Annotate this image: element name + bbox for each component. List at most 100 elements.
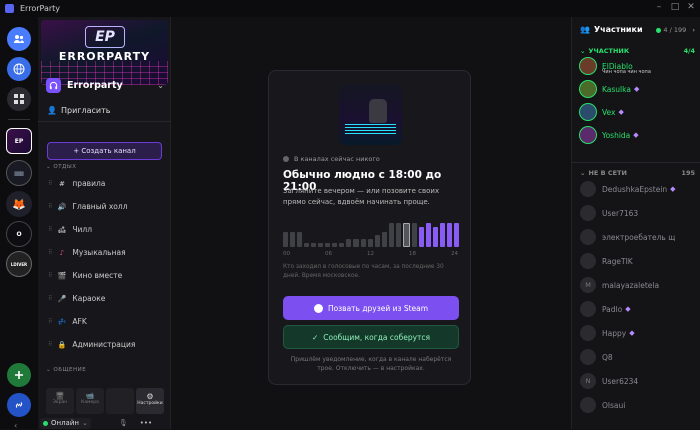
activity-bar[interactable] xyxy=(381,231,387,247)
steam-button-label: Позвать друзей из Steam xyxy=(327,303,429,313)
avatar xyxy=(580,104,596,120)
grid-icon[interactable] xyxy=(7,87,31,111)
screen-share-button[interactable]: 🖥 Экран xyxy=(46,388,74,414)
member-offline[interactable]: User7163 xyxy=(580,204,698,222)
server-fox[interactable]: 🦊 xyxy=(6,191,32,217)
category-rest[interactable]: ⌄ ОТДЫХ xyxy=(46,164,76,170)
channel-rules[interactable]: ⠿ # правила xyxy=(48,179,105,188)
channel-main-hall[interactable]: ⠿ 🔊 Главный холл xyxy=(48,202,128,211)
server-2[interactable]: ▒▒▒ xyxy=(6,160,32,186)
maximize-icon[interactable]: □ xyxy=(669,0,681,17)
member-offline[interactable]: RageTIK xyxy=(580,252,698,270)
activity-bar[interactable] xyxy=(402,222,410,247)
activity-bar[interactable] xyxy=(395,222,401,247)
activity-bar[interactable] xyxy=(374,235,380,247)
voice-control-bar: 🖥 Экран 📹 Камера ⚙ Настройки xyxy=(46,388,170,414)
activity-tick: 06 xyxy=(325,251,332,257)
music-note-icon: ♪ xyxy=(59,248,65,257)
activity-bar[interactable] xyxy=(418,227,424,247)
activity-bar[interactable] xyxy=(447,222,453,247)
activity-bar[interactable] xyxy=(339,242,345,247)
check-icon: ✓ xyxy=(311,332,319,342)
activity-bar[interactable] xyxy=(367,238,373,247)
server-o[interactable]: O xyxy=(6,221,32,247)
close-icon[interactable]: ✕ xyxy=(685,0,697,17)
channel-admin[interactable]: ⠿ 🔒 Администрация xyxy=(48,340,135,349)
member-offline[interactable]: Q8 xyxy=(580,348,698,366)
activity-bar[interactable] xyxy=(353,238,359,247)
channel-music[interactable]: ⠿ ♪ Музыкальная xyxy=(48,248,126,257)
status-selector[interactable]: Онлайн ⌄ xyxy=(40,417,91,429)
create-channel-button[interactable]: + Создать канал xyxy=(47,142,162,160)
activity-bar[interactable] xyxy=(304,242,310,247)
activity-bar[interactable] xyxy=(290,231,296,247)
activity-bar[interactable] xyxy=(454,222,460,247)
member-name: User6234 xyxy=(602,376,639,386)
friends-icon[interactable] xyxy=(7,27,31,51)
settings-button[interactable]: ⚙ Настройки xyxy=(136,388,164,414)
activity-bar[interactable] xyxy=(332,242,338,247)
gear-icon: ⚙ xyxy=(146,392,154,401)
activity-bar[interactable] xyxy=(440,222,446,247)
server-ldiver[interactable]: LDIVER xyxy=(6,251,32,277)
member-offline[interactable]: Padlo ◆ xyxy=(580,300,698,318)
section-online[interactable]: ⌄ УЧАСТНИК 4/4 xyxy=(580,47,695,55)
member-offline[interactable]: Mmalayazaletela xyxy=(580,276,698,294)
channel-chill[interactable]: ⠿ 🛋 Чилл xyxy=(48,225,92,234)
activity-bar[interactable] xyxy=(388,222,394,247)
member-offline[interactable]: DedushkaEpstein ◆ xyxy=(580,180,698,198)
member-online[interactable]: Yoshida ◆ xyxy=(580,126,698,144)
activity-bar[interactable] xyxy=(411,222,417,247)
invite-button[interactable]: 👤 Пригласить xyxy=(47,106,110,115)
avatar xyxy=(580,301,596,317)
more-icon[interactable]: ••• xyxy=(140,419,152,427)
activity-bar[interactable] xyxy=(311,242,317,247)
headphones-icon xyxy=(46,78,61,93)
category-talk[interactable]: ⌄ ОБЩЕНИЕ xyxy=(46,367,86,373)
server-header[interactable]: Errorparty ⌄ xyxy=(46,77,164,94)
server-rail: EP ▒▒▒ 🦊 O LDIVER ‹ xyxy=(0,17,38,430)
camera-button[interactable]: 📹 Камера xyxy=(76,388,104,414)
member-name: Yoshida xyxy=(602,130,631,140)
app-logo-icon xyxy=(5,4,14,13)
link-icon[interactable] xyxy=(7,393,31,417)
minimize-icon[interactable]: – xyxy=(653,0,665,17)
activity-bar[interactable] xyxy=(346,238,352,247)
section-offline[interactable]: ⌄ НЕ В СЕТИ 195 xyxy=(580,169,695,177)
channel-karaoke[interactable]: ⠿ 🎤 Караоке xyxy=(48,294,105,303)
member-offline[interactable]: электроебатель щ xyxy=(580,228,698,246)
activity-bar[interactable] xyxy=(283,231,289,247)
activity-bar[interactable] xyxy=(432,227,439,247)
activity-bar[interactable] xyxy=(318,242,324,247)
gem-icon: ◆ xyxy=(633,85,640,93)
channel-movies[interactable]: ⠿ 🎬 Кино вместе xyxy=(48,271,122,280)
activity-bar[interactable] xyxy=(425,222,431,247)
member-offline[interactable]: N User6234 xyxy=(580,372,698,390)
camera-icon: 📹 xyxy=(85,392,95,400)
member-offline[interactable]: Olsaui xyxy=(580,396,698,414)
invite-steam-button[interactable]: Позвать друзей из Steam xyxy=(283,296,459,320)
plus-icon[interactable] xyxy=(7,363,31,387)
microphone-icon[interactable]: 🎙 xyxy=(119,419,128,427)
member-online[interactable]: Vex ◆ xyxy=(580,103,698,121)
member-online[interactable]: ElDiablo Чин чопа чин чопа xyxy=(580,57,698,75)
chevron-right-icon[interactable]: › xyxy=(692,26,695,34)
steam-icon xyxy=(313,303,323,313)
member-online[interactable]: Kasulka ◆ xyxy=(580,80,698,98)
globe-icon[interactable] xyxy=(7,57,31,81)
server-errorparty[interactable]: EP xyxy=(6,128,32,154)
member-name: Happy xyxy=(602,328,627,338)
member-name: malayazaletela xyxy=(602,280,660,290)
activity-bar[interactable] xyxy=(297,231,303,247)
activity-hint: Кто заходил в голосовые по часам, за пос… xyxy=(283,264,444,279)
gem-icon: ◆ xyxy=(629,329,635,337)
channel-afk[interactable]: ⠿ 💤 AFK xyxy=(48,317,87,326)
notify-button[interactable]: ✓ Сообщим, когда соберутся xyxy=(283,325,459,349)
chevron-down-icon[interactable]: ⌄ xyxy=(157,81,164,90)
status-label: Онлайн xyxy=(51,419,79,427)
activity-bar[interactable] xyxy=(360,238,366,247)
activity-bar[interactable] xyxy=(325,242,331,247)
member-offline[interactable]: Happy ◆ xyxy=(580,324,698,342)
members-title: Участники xyxy=(593,25,643,34)
gem-icon: ◆ xyxy=(633,131,639,139)
